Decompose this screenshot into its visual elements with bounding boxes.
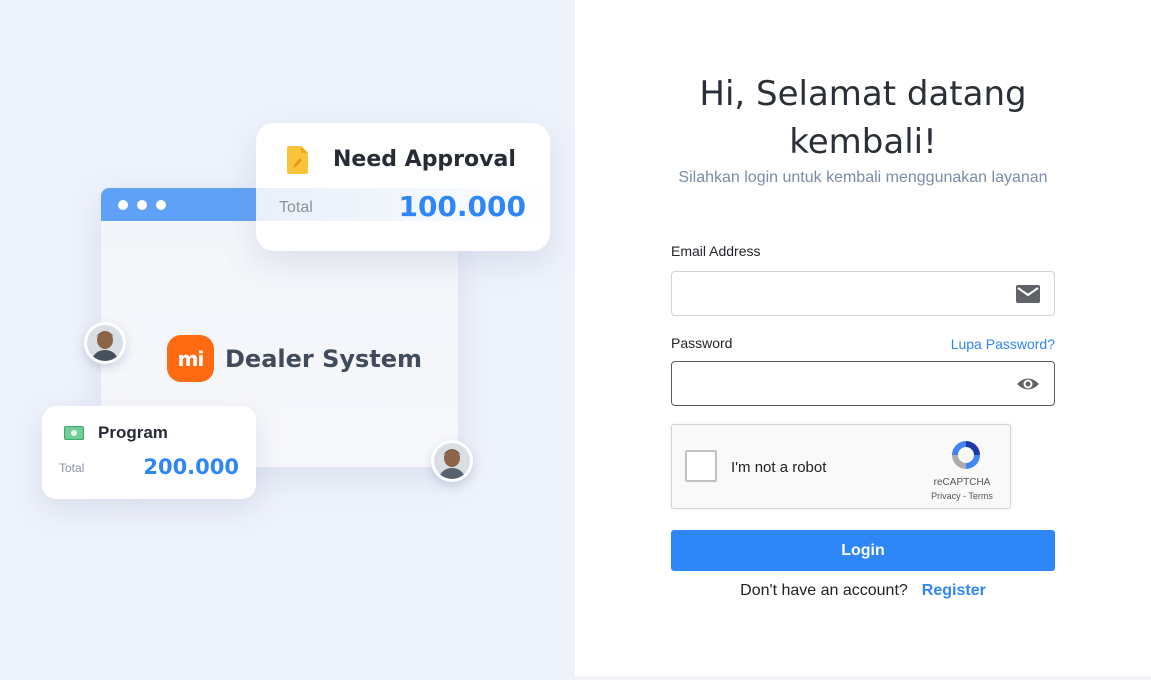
mail-icon	[1016, 285, 1040, 303]
page-subtitle: Silahkan login untuk kembali menggunakan…	[678, 169, 1048, 186]
heading-line-1: Hi, Selamat datang	[699, 74, 1027, 114]
login-button[interactable]: Login	[671, 530, 1055, 571]
page-title: Hi, Selamat datang kembali!	[575, 70, 1151, 166]
password-field[interactable]	[671, 361, 1055, 406]
mi-logo-icon: mi	[167, 335, 214, 382]
recaptcha-widget: I'm not a robot reCAPTCHA Privacy - Term…	[671, 424, 1011, 509]
program-total-label: Total	[59, 461, 85, 475]
document-pen-icon	[287, 146, 308, 174]
brand: mi Dealer System	[167, 335, 422, 382]
recaptcha-privacy-terms[interactable]: Privacy - Terms	[922, 491, 1002, 501]
recaptcha-logo-icon	[952, 441, 980, 469]
window-dot	[137, 199, 147, 210]
email-field[interactable]	[671, 271, 1055, 316]
bottom-divider	[575, 676, 1151, 680]
recaptcha-label: I'm not a robot	[731, 459, 827, 476]
heading-line-2: kembali!	[789, 122, 937, 162]
approval-total-label: Total	[279, 199, 313, 216]
forgot-password-link[interactable]: Lupa Password?	[951, 336, 1055, 352]
login-panel: Hi, Selamat datang kembali! Silahkan log…	[575, 0, 1151, 680]
signup-row: Don't have an account? Register	[575, 582, 1151, 600]
recaptcha-checkbox[interactable]	[685, 450, 717, 482]
need-approval-title: Need Approval	[333, 147, 516, 172]
program-total-value: 200.000	[143, 455, 239, 479]
illustration-panel: mi Dealer System Need Approval Total 100…	[0, 0, 575, 680]
eye-icon[interactable]	[1016, 374, 1040, 394]
register-link[interactable]: Register	[922, 582, 986, 599]
email-label: Email Address	[671, 243, 761, 259]
password-label: Password	[671, 335, 733, 351]
need-approval-card: Need Approval Total 100.000	[256, 123, 550, 251]
program-card: Program Total 200.000	[42, 406, 256, 499]
brand-name: Dealer System	[225, 344, 423, 373]
window-dot	[156, 199, 166, 210]
avatar-icon	[87, 325, 123, 361]
program-title: Program	[98, 423, 168, 442]
avatar	[431, 440, 473, 482]
approval-total-value: 100.000	[398, 190, 526, 223]
avatar	[84, 322, 126, 364]
money-bill-icon	[64, 426, 84, 440]
avatar-icon	[434, 443, 470, 479]
recaptcha-brand: reCAPTCHA	[933, 477, 991, 488]
window-dot	[118, 199, 128, 210]
signup-prompt: Don't have an account?	[740, 582, 908, 599]
